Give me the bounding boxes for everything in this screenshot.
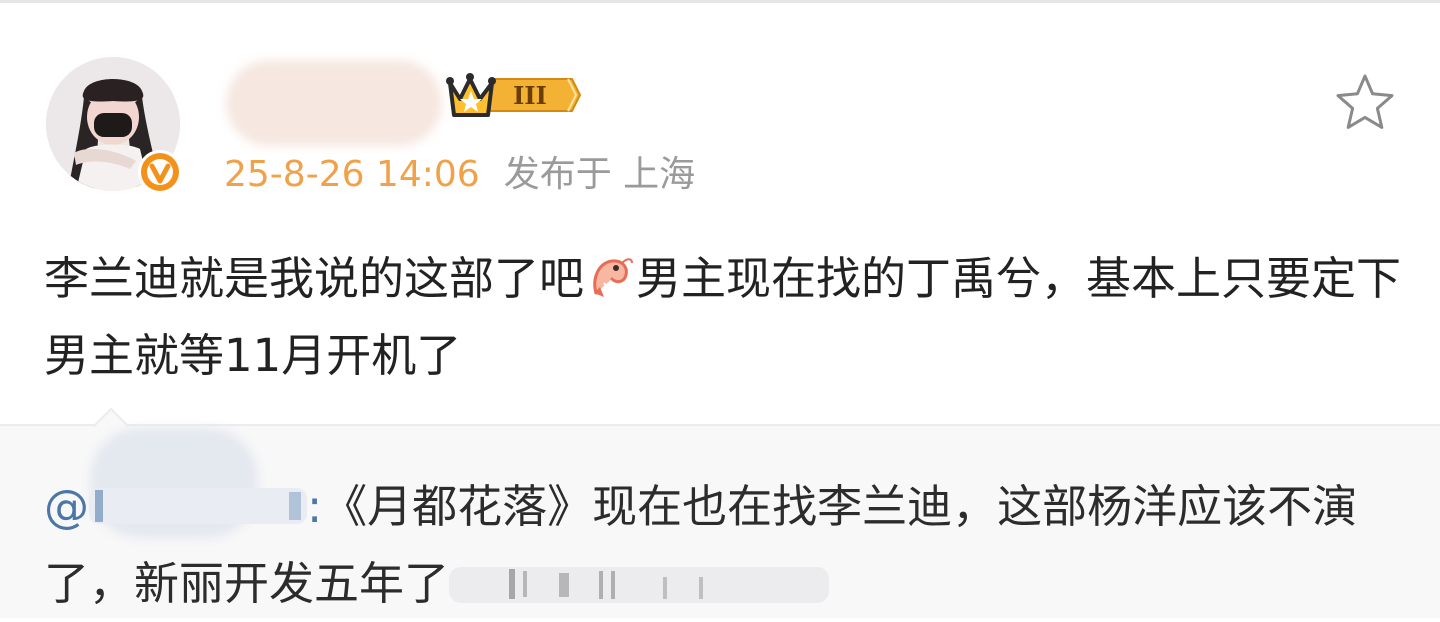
mention-name-redacted [89,488,307,524]
star-outline-icon[interactable] [1334,72,1396,132]
shrimp-emoji [593,258,634,297]
quoted-author-mention[interactable]: @: [44,480,322,533]
quoted-text-redacted-tail [449,567,830,603]
member-level-label: III [513,81,547,110]
post-timestamp[interactable]: 25-8-26 14:06 [224,154,480,195]
post-meta: 25-8-26 14:06 发布于 上海 [224,150,695,200]
post-text-part1: 李兰迪就是我说的这部了吧 [44,252,585,305]
top-divider [0,0,1440,3]
post-body: 李兰迪就是我说的这部了吧 男主现在找的丁禹兮，基本上只要定下男主就等11月开机了 [44,240,1404,394]
post-source: 发布于 上海 [503,154,696,195]
quoted-post[interactable]: @:《月都花落》现在也在找李兰迪，这部杨洋应该不演了，新丽开发五年了 [0,407,1440,618]
quoted-post-text: @:《月都花落》现在也在找李兰迪，这部杨洋应该不演了，新丽开发五年了 [44,468,1414,622]
mention-at-sign: @ [44,480,89,533]
member-crown-badge[interactable]: III [446,69,582,121]
mention-separator: : [307,480,323,533]
username-redacted[interactable] [226,60,442,146]
verified-v-icon [138,150,182,194]
